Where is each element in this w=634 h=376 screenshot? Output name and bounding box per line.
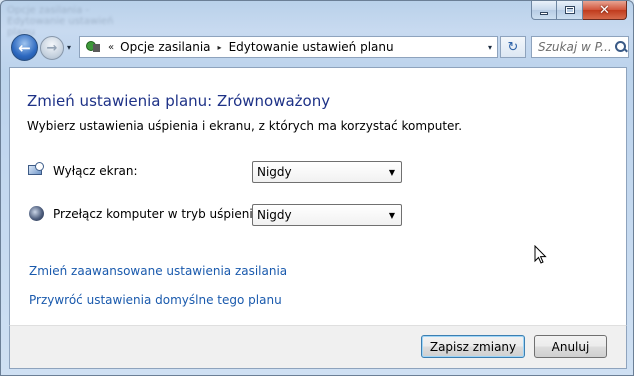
sleep-select[interactable]: Nigdy ▼ (252, 204, 402, 226)
chevron-down-icon: ▼ (388, 167, 395, 177)
breadcrumb-item-edit-plan[interactable]: Edytowanie ustawień planu (229, 40, 394, 54)
arrow-left-icon: ← (18, 38, 31, 57)
breadcrumb-overflow[interactable]: « (108, 42, 114, 53)
save-changes-button[interactable]: Zapisz zmiany (421, 335, 525, 358)
maximize-icon (564, 6, 575, 14)
minimize-icon (540, 11, 548, 15)
window-title: Opcje zasilania - Edytowanie ustawień pl… (7, 5, 114, 38)
advanced-settings-link[interactable]: Zmień zaawansowane ustawienia zasilania (29, 264, 287, 278)
window-frame: Opcje zasilania - Edytowanie ustawień pl… (0, 0, 634, 376)
power-options-icon (84, 39, 102, 55)
address-dropdown-icon[interactable]: ▾ (488, 43, 492, 52)
breadcrumb-item-power-options[interactable]: Opcje zasilania (120, 40, 210, 54)
search-box[interactable] (531, 36, 629, 58)
display-off-select[interactable]: Nigdy ▼ (252, 161, 402, 183)
monitor-clock-icon (28, 162, 46, 180)
maximize-button[interactable] (557, 1, 583, 20)
caption-buttons: ✕ (531, 1, 627, 20)
arrow-right-icon: → (46, 40, 58, 56)
mouse-cursor-icon (534, 245, 547, 264)
content-pane: Zmień ustawienia planu: Zrównoważony Wyb… (9, 67, 627, 325)
refresh-button[interactable]: ↻ (500, 36, 526, 58)
navigation-bar: ← → ▾ « Opcje zasilania ▸ Edytowanie ust… (9, 34, 629, 62)
close-icon: ✕ (599, 2, 610, 18)
minimize-button[interactable] (531, 1, 557, 20)
sleep-value: Nigdy (257, 208, 292, 222)
page-subtitle: Wybierz ustawienia uśpienia i ekranu, z … (27, 119, 463, 133)
cancel-button[interactable]: Anuluj (534, 335, 607, 358)
close-button[interactable]: ✕ (583, 1, 627, 20)
back-button[interactable]: ← (11, 34, 38, 61)
chevron-down-icon: ▼ (388, 210, 395, 220)
sleep-label: Przełącz komputer w tryb uśpienia: (53, 207, 265, 221)
search-icon[interactable] (615, 41, 627, 53)
display-off-label: Wyłącz ekran: (53, 164, 138, 178)
display-off-value: Nigdy (257, 165, 292, 179)
refresh-icon: ↻ (507, 39, 519, 55)
page-title: Zmień ustawienia planu: Zrównoważony (27, 92, 331, 110)
address-bar[interactable]: « Opcje zasilania ▸ Edytowanie ustawień … (79, 36, 498, 58)
moon-icon (28, 205, 46, 223)
breadcrumb-separator-icon[interactable]: ▸ (218, 43, 222, 52)
footer-bar: Zapisz zmiany Anuluj (9, 325, 627, 369)
recent-pages-dropdown[interactable]: ▾ (67, 43, 71, 52)
restore-defaults-link[interactable]: Przywróć ustawienia domyślne tego planu (29, 293, 282, 307)
search-input[interactable] (538, 40, 614, 54)
forward-button[interactable]: → (40, 36, 64, 60)
